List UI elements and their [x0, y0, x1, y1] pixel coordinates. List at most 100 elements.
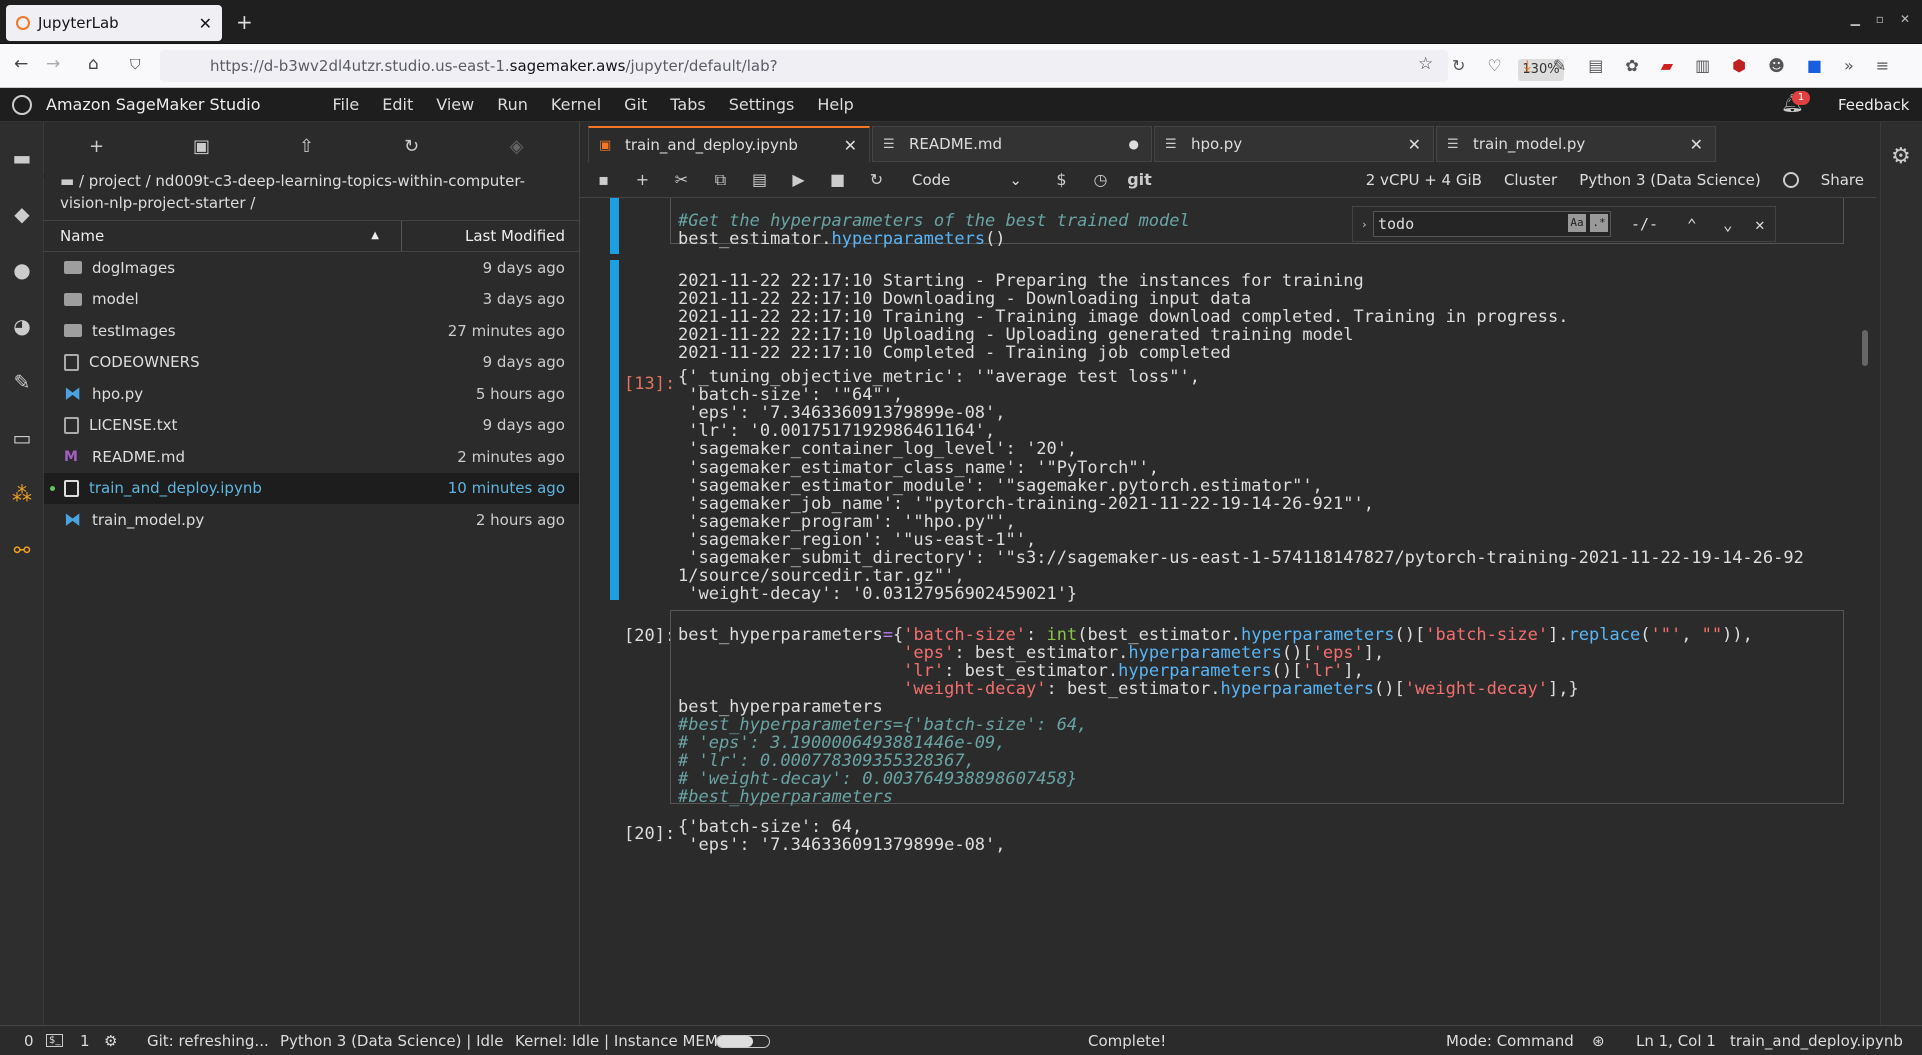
column-last-modified[interactable]: Last Modified	[402, 227, 579, 245]
menu-kernel[interactable]: Kernel	[551, 95, 601, 114]
breadcrumb[interactable]: ▬ / project / nd009t-c3-deep-learning-to…	[44, 170, 579, 220]
menu-run[interactable]: Run	[497, 95, 528, 114]
barcode-icon[interactable]: ▥	[1695, 56, 1710, 76]
cursor-position[interactable]: Ln 1, Col 1	[1636, 1032, 1716, 1050]
instance-type[interactable]: 2 vCPU + 4 GiB	[1366, 171, 1482, 189]
terminal-icon[interactable]: $_	[46, 1034, 64, 1047]
file-row[interactable]: M README.md 2 minutes ago	[44, 441, 579, 473]
home-icon[interactable]: ⌂	[88, 54, 99, 74]
terminal-icon[interactable]: $	[1042, 170, 1081, 189]
share-button[interactable]: Share	[1821, 171, 1864, 189]
ublock-icon[interactable]: ⬢	[1732, 56, 1746, 76]
cluster-button[interactable]: Cluster	[1504, 171, 1557, 189]
tab-readme[interactable]: ☰ README.md ●	[872, 126, 1152, 162]
window-close-icon[interactable]: ✕	[1900, 12, 1910, 26]
menu-file[interactable]: File	[332, 95, 359, 114]
reader-icon[interactable]: ▤	[1588, 56, 1603, 76]
new-tab-icon[interactable]: +	[236, 10, 253, 34]
new-folder-icon[interactable]: ▣	[149, 136, 254, 157]
components-icon[interactable]: ⁂	[10, 482, 34, 506]
close-icon[interactable]: ✕	[844, 136, 857, 155]
insert-cell-icon[interactable]: +	[623, 170, 662, 189]
menu-tabs[interactable]: Tabs	[670, 95, 705, 114]
file-row[interactable]: ⧓ hpo.py 5 hours ago	[44, 378, 579, 410]
find-input[interactable]: todo Aa .*	[1373, 211, 1611, 237]
build-wrench-icon[interactable]: ✎	[10, 370, 34, 394]
mode-indicator[interactable]: Mode: Command	[1446, 1032, 1574, 1050]
back-icon[interactable]: ←	[14, 54, 28, 74]
kernel-count[interactable]: 1	[80, 1032, 90, 1050]
minimize-icon[interactable]: ▁	[1851, 12, 1860, 26]
signature-icon[interactable]: ⊛	[1592, 1032, 1605, 1050]
git-clone-icon[interactable]: ◈	[464, 136, 569, 157]
file-row[interactable]: dogImages 9 days ago	[44, 252, 579, 284]
file-row[interactable]: model 3 days ago	[44, 284, 579, 316]
close-icon[interactable]: ✕	[1408, 135, 1421, 154]
upload-icon[interactable]: ⇧	[254, 136, 359, 157]
privacy-icon[interactable]: ☻	[1768, 56, 1785, 76]
home-folder-icon[interactable]: ▬	[60, 172, 79, 190]
column-name[interactable]: Name ▲	[44, 221, 402, 251]
clock-icon[interactable]: ◷	[1081, 170, 1120, 189]
cell-type-select[interactable]: Code ⌄	[912, 171, 1022, 189]
run-icon[interactable]: ▶	[779, 170, 818, 189]
maximize-icon[interactable]: ▫	[1876, 12, 1884, 26]
refresh-icon[interactable]: ↻	[359, 136, 464, 157]
case-sensitive-icon[interactable]: Aa	[1568, 214, 1586, 232]
regex-icon[interactable]: .*	[1590, 214, 1608, 232]
output-collapse-bar[interactable]	[610, 260, 619, 600]
url-bar[interactable]: https://d-b3wv2dl4utzr.studio.us-east-1.…	[160, 50, 1564, 82]
restart-icon[interactable]: ↻	[857, 170, 896, 189]
download-icon[interactable]: ⤓	[1524, 56, 1531, 76]
browser-tab[interactable]: JupyterLab ✕	[6, 5, 222, 41]
bitwarden-icon[interactable]: ■	[1807, 56, 1822, 76]
cut-icon[interactable]: ✂	[662, 170, 701, 189]
tabs-icon[interactable]: ▭	[10, 426, 34, 450]
terminal-count[interactable]: 0	[24, 1032, 34, 1050]
expand-replace-icon[interactable]: ›	[1361, 218, 1368, 231]
unsaved-dot-icon[interactable]: ●	[1129, 137, 1139, 151]
shield-icon[interactable]: ⛉	[130, 57, 141, 73]
file-row[interactable]: testImages 27 minutes ago	[44, 315, 579, 347]
stop-icon[interactable]: ■	[818, 170, 857, 189]
menu-settings[interactable]: Settings	[729, 95, 795, 114]
bookmark-star-icon[interactable]: ☆	[1418, 54, 1433, 74]
git-button[interactable]: git	[1120, 170, 1159, 189]
reload-icon[interactable]: ↻	[1452, 56, 1465, 76]
feedback-link[interactable]: Feedback	[1838, 96, 1909, 114]
file-row[interactable]: CODEOWNERS 9 days ago	[44, 347, 579, 379]
kernel-chip-icon[interactable]: ⚙	[104, 1032, 117, 1050]
wrench-icon[interactable]: ✎	[1553, 56, 1566, 76]
git-icon[interactable]: ◆	[10, 202, 34, 226]
overflow-icon[interactable]: »	[1844, 56, 1854, 76]
palette-icon[interactable]: ◕	[10, 314, 34, 338]
tab-hpo[interactable]: ☰ hpo.py ✕	[1154, 126, 1434, 162]
extension-icon[interactable]: ✿	[1625, 56, 1638, 76]
folder-icon[interactable]: ▬	[10, 146, 34, 170]
kernel-state[interactable]: Python 3 (Data Science) | Idle	[280, 1032, 503, 1050]
save-icon[interactable]: ▪	[584, 170, 623, 189]
file-row[interactable]: ⧓ train_model.py 2 hours ago	[44, 504, 579, 536]
hamburger-menu-icon[interactable]: ≡	[1876, 56, 1889, 76]
tab-train-and-deploy[interactable]: ▣ train_and_deploy.ipynb ✕	[588, 126, 870, 162]
tab-train-model[interactable]: ☰ train_model.py ✕	[1436, 126, 1716, 162]
close-tab-icon[interactable]: ✕	[199, 14, 212, 33]
menu-edit[interactable]: Edit	[382, 95, 413, 114]
scrollbar-thumb[interactable]	[1862, 330, 1868, 366]
menu-view[interactable]: View	[436, 95, 474, 114]
paste-icon[interactable]: ▤	[740, 170, 779, 189]
experiments-icon[interactable]: ⚯	[10, 538, 34, 562]
property-inspector-gear-icon[interactable]: ⚙	[1891, 144, 1911, 169]
file-row-selected[interactable]: train_and_deploy.ipynb 10 minutes ago	[44, 472, 579, 504]
forward-icon[interactable]: →	[46, 54, 60, 74]
copy-icon[interactable]: ⧉	[701, 170, 740, 190]
close-icon[interactable]: ✕	[1690, 135, 1703, 154]
file-row[interactable]: LICENSE.txt 9 days ago	[44, 410, 579, 442]
breadcrumb-path[interactable]: / project / nd009t-c3-deep-learning-topi…	[60, 172, 525, 212]
new-launcher-icon[interactable]: +	[44, 136, 149, 157]
previous-match-icon[interactable]: ⌃	[1687, 215, 1697, 234]
pocket-icon[interactable]: ♡	[1487, 56, 1501, 76]
pdf-icon[interactable]: ▰	[1661, 56, 1673, 76]
running-stop-icon[interactable]: ●	[10, 258, 34, 282]
next-match-icon[interactable]: ⌄	[1723, 215, 1733, 234]
